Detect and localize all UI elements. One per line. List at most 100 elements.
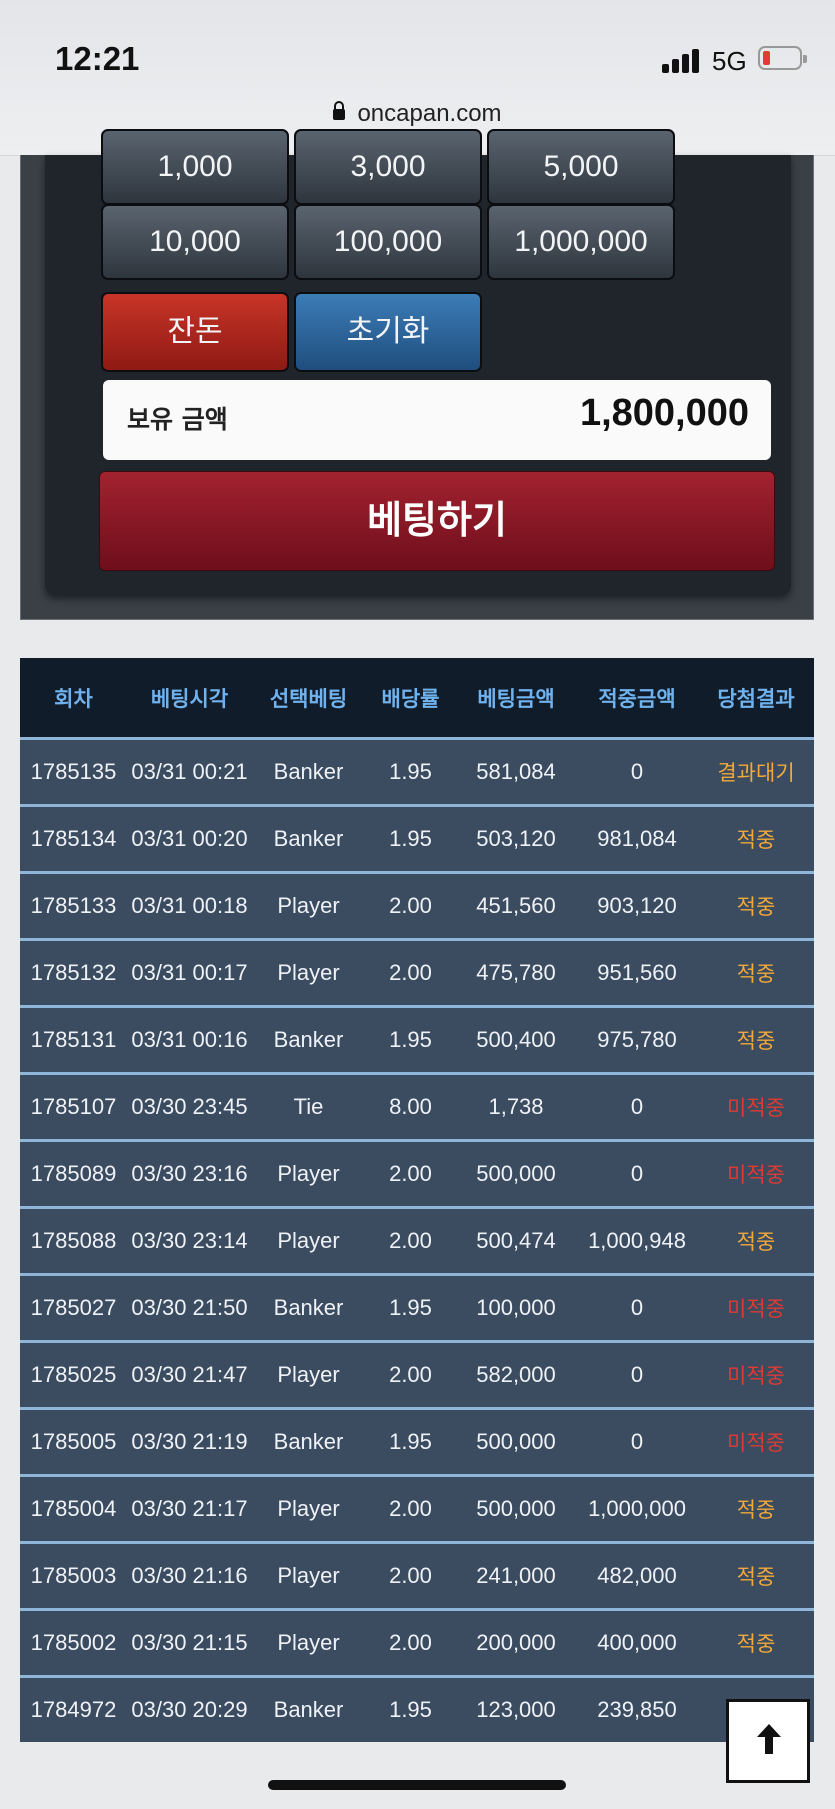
cell-bet-time: 03/31 00:21 (127, 737, 252, 806)
cell-bet-amount: 241,000 (456, 1541, 576, 1610)
home-indicator (268, 1780, 566, 1790)
table-row: 1785134 03/31 00:20 Banker 1.95 503,120 981,0… (20, 804, 814, 873)
cell-bet-time: 03/30 21:50 (127, 1273, 252, 1342)
table-row: 1785088 03/30 23:14 Player 2.00 500,474 1,000… (20, 1206, 814, 1275)
cell-result: 적중 (698, 1474, 814, 1543)
cell-round: 1785005 (20, 1407, 127, 1476)
cell-odds: 2.00 (365, 938, 456, 1007)
cell-round: 1785025 (20, 1340, 127, 1409)
cell-result: 적중 (698, 804, 814, 873)
cell-selection: Tie (252, 1072, 365, 1141)
table-body: 1785135 03/31 00:21 Banker 1.95 581,084 0 결과대기… (20, 737, 814, 1742)
cell-bet-time: 03/30 21:16 (127, 1541, 252, 1610)
cell-result: 결과대기 (698, 737, 814, 806)
betting-panel-inner: 1,000 3,000 5,000 10,000 100,000 1,000,0… (45, 129, 791, 595)
cell-round: 1785131 (20, 1005, 127, 1074)
cell-bet-time: 03/31 00:18 (127, 871, 252, 940)
cell-bet-time: 03/30 23:16 (127, 1139, 252, 1208)
cell-selection: Player (252, 871, 365, 940)
chip-button-1000000[interactable]: 1,000,000 (487, 204, 675, 280)
chip-button-10000[interactable]: 10,000 (101, 204, 289, 280)
cell-odds: 8.00 (365, 1072, 456, 1141)
cell-round: 1785027 (20, 1273, 127, 1342)
cell-win-amount: 0 (576, 1273, 698, 1342)
cell-bet-time: 03/30 21:17 (127, 1474, 252, 1543)
cell-result: 적중 (698, 938, 814, 1007)
cell-bet-amount: 475,780 (456, 938, 576, 1007)
cell-result: 미적중 (698, 1407, 814, 1476)
chip-button-100000[interactable]: 100,000 (294, 204, 482, 280)
network-type: 5G (712, 46, 747, 76)
address-bar[interactable]: oncapan.com (0, 100, 835, 128)
scroll-to-top-button[interactable] (726, 1699, 810, 1783)
cell-odds: 1.95 (365, 1273, 456, 1342)
bet-history: 회차 베팅시각 선택베팅 배당률 베팅금액 적중금액 당첨결과 1785135 0… (20, 658, 814, 1742)
cell-win-amount: 951,560 (576, 938, 698, 1007)
cell-round: 1785003 (20, 1541, 127, 1610)
cell-bet-amount: 500,400 (456, 1005, 576, 1074)
cell-win-amount: 239,850 (576, 1675, 698, 1742)
cell-bet-amount: 500,000 (456, 1474, 576, 1543)
reset-button[interactable]: 초기화 (294, 292, 482, 372)
cell-result: 미적중 (698, 1340, 814, 1409)
cell-round: 1785107 (20, 1072, 127, 1141)
table-row: 1785003 03/30 21:16 Player 2.00 241,000 482,0… (20, 1541, 814, 1610)
col-win-amount: 적중금액 (576, 658, 698, 739)
cell-selection: Player (252, 1340, 365, 1409)
cell-selection: Banker (252, 1675, 365, 1742)
cell-bet-amount: 581,084 (456, 737, 576, 806)
cell-win-amount: 0 (576, 737, 698, 806)
battery-icon (758, 46, 807, 70)
cell-odds: 1.95 (365, 1675, 456, 1742)
cell-odds: 2.00 (365, 1206, 456, 1275)
balance-value: 1,800,000 (579, 392, 749, 434)
cell-win-amount: 903,120 (576, 871, 698, 940)
cell-odds: 2.00 (365, 1139, 456, 1208)
cell-bet-time: 03/30 23:14 (127, 1206, 252, 1275)
cell-odds: 1.95 (365, 804, 456, 873)
chip-button-1000[interactable]: 1,000 (101, 129, 289, 205)
cell-win-amount: 975,780 (576, 1005, 698, 1074)
cell-selection: Player (252, 938, 365, 1007)
cell-odds: 2.00 (365, 1608, 456, 1677)
table-row: 1785005 03/30 21:19 Banker 1.95 500,000 0 미적중 (20, 1407, 814, 1476)
cell-bet-amount: 503,120 (456, 804, 576, 873)
arrow-up-icon (757, 1724, 781, 1754)
cell-selection: Player (252, 1139, 365, 1208)
cell-bet-amount: 100,000 (456, 1273, 576, 1342)
cell-odds: 1.95 (365, 1407, 456, 1476)
cell-selection: Banker (252, 804, 365, 873)
cell-win-amount: 0 (576, 1139, 698, 1208)
cell-win-amount: 0 (576, 1340, 698, 1409)
cell-bet-amount: 200,000 (456, 1608, 576, 1677)
cell-bet-time: 03/31 00:20 (127, 804, 252, 873)
col-odds: 배당률 (365, 658, 456, 739)
cell-bet-amount: 500,474 (456, 1206, 576, 1275)
cell-result: 적중 (698, 1541, 814, 1610)
cell-selection: Banker (252, 1407, 365, 1476)
chip-button-5000[interactable]: 5,000 (487, 129, 675, 205)
betting-panel: 1,000 3,000 5,000 10,000 100,000 1,000,0… (20, 129, 814, 620)
cell-result: 적중 (698, 1608, 814, 1677)
chip-button-3000[interactable]: 3,000 (294, 129, 482, 205)
col-bet-amount: 베팅금액 (456, 658, 576, 739)
cell-win-amount: 1,000,000 (576, 1474, 698, 1543)
change-button[interactable]: 잔돈 (101, 292, 289, 372)
cell-selection: Banker (252, 1005, 365, 1074)
lock-icon (333, 101, 346, 120)
cell-odds: 2.00 (365, 1474, 456, 1543)
cell-win-amount: 981,084 (576, 804, 698, 873)
cell-bet-time: 03/31 00:16 (127, 1005, 252, 1074)
cell-bet-time: 03/30 21:19 (127, 1407, 252, 1476)
cell-round: 1785004 (20, 1474, 127, 1543)
cell-bet-amount: 451,560 (456, 871, 576, 940)
cell-round: 1785002 (20, 1608, 127, 1677)
place-bet-button[interactable]: 베팅하기 (99, 471, 775, 571)
table-row: 1785133 03/31 00:18 Player 2.00 451,560 903,1… (20, 871, 814, 940)
table-row: 1785135 03/31 00:21 Banker 1.95 581,084 0 결과대기 (20, 737, 814, 806)
cell-bet-amount: 123,000 (456, 1675, 576, 1742)
cell-selection: Player (252, 1206, 365, 1275)
cell-round: 1785088 (20, 1206, 127, 1275)
cell-round: 1785133 (20, 871, 127, 940)
cell-result: 적중 (698, 1206, 814, 1275)
